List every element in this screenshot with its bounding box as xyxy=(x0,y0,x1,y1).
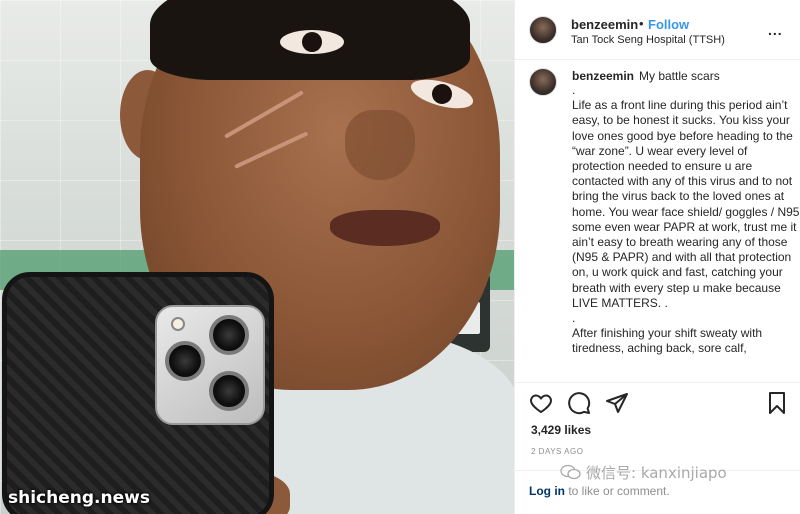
post-photo[interactable]: shicheng.news xyxy=(0,0,514,514)
likes-count[interactable]: 3,429 likes xyxy=(531,423,591,437)
heart-icon[interactable] xyxy=(529,391,553,415)
caption-comment: benzeemin My battle scars . Life as a fr… xyxy=(515,61,800,381)
camera-lens-icon xyxy=(165,341,205,381)
caption-username[interactable]: benzeemin xyxy=(572,69,634,83)
comment-icon[interactable] xyxy=(567,391,591,415)
more-options-icon[interactable]: ... xyxy=(768,22,783,38)
post-header: benzeemin • Follow Tan Tock Seng Hospita… xyxy=(515,0,800,60)
share-icon[interactable] xyxy=(605,391,629,415)
location-link[interactable]: Tan Tock Seng Hospital (TTSH) xyxy=(571,34,725,46)
wechat-watermark: 微信号: kanxinjiapo xyxy=(560,462,727,483)
camera-module xyxy=(155,305,265,425)
flash-icon xyxy=(171,317,185,331)
follow-button[interactable]: Follow xyxy=(648,17,689,32)
nose xyxy=(345,110,415,180)
camera-lens-icon xyxy=(209,371,249,411)
action-bar xyxy=(515,382,800,422)
wechat-icon xyxy=(560,464,581,480)
source-watermark: shicheng.news xyxy=(8,488,150,508)
bookmark-icon[interactable] xyxy=(765,391,789,415)
caption-body: . Life as a front line during this perio… xyxy=(572,83,800,356)
mouth xyxy=(330,210,440,246)
post-timestamp: 2 DAYS AGO xyxy=(531,447,584,456)
login-link[interactable]: Log in xyxy=(529,484,565,498)
login-prompt: Log in to like or comment. xyxy=(529,484,670,498)
left-eye xyxy=(280,30,344,54)
phone-case xyxy=(2,272,274,514)
post-sidebar: benzeemin • Follow Tan Tock Seng Hospita… xyxy=(514,0,800,514)
camera-lens-icon xyxy=(209,315,249,355)
avatar[interactable] xyxy=(529,68,557,96)
login-prompt-text: to like or comment. xyxy=(565,484,670,498)
wechat-watermark-text: 微信号: kanxinjiapo xyxy=(586,464,727,482)
avatar[interactable] xyxy=(529,16,557,44)
header-username[interactable]: benzeemin xyxy=(571,17,638,32)
separator-dot: • xyxy=(639,16,644,31)
caption-title: My battle scars xyxy=(639,69,720,83)
